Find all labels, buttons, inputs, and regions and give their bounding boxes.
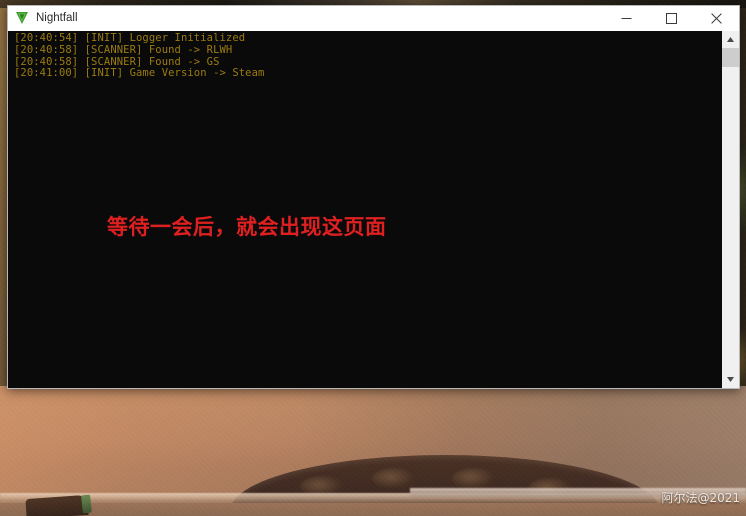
close-button[interactable] (694, 7, 739, 30)
scroll-down-icon (727, 377, 734, 382)
console-scrollbar[interactable] (721, 31, 739, 388)
minimize-icon (621, 17, 632, 19)
scrollbar-down-button[interactable] (722, 371, 739, 388)
wallpaper-carving-center-right (452, 468, 498, 490)
scroll-up-icon (727, 37, 734, 42)
window-titlebar[interactable]: Nightfall (8, 6, 739, 31)
scrollbar-track[interactable] (722, 48, 739, 371)
close-icon (711, 12, 722, 24)
wallpaper-object-left (25, 494, 89, 516)
wallpaper-floor (0, 503, 746, 516)
annotation-notice-text: 等待一会后，就会出现这页面 (107, 215, 387, 239)
log-line: [20:41:00] [INIT] Game Version -> Steam (14, 67, 265, 80)
wallpaper-object-left-edge (81, 494, 92, 514)
minimize-button[interactable] (604, 7, 649, 30)
nightfall-logo-icon (16, 12, 28, 24)
log-line: [20:40:58] [SCANNER] Found -> RLWH (14, 43, 233, 56)
maximize-button[interactable] (649, 7, 694, 30)
window-title: Nightfall (36, 12, 78, 24)
nightfall-window: Nightfall [20:40:54] [INIT] Logger Initi… (7, 5, 740, 389)
maximize-icon (666, 12, 677, 24)
desktop-background: 阿尔法@2021 Nightfall [20:40:54] [INIT] Log… (0, 0, 746, 516)
scrollbar-up-button[interactable] (722, 31, 739, 48)
watermark-text: 阿尔法@2021 (661, 491, 740, 505)
console-output[interactable]: [20:40:54] [INIT] Logger Initialized [20… (8, 31, 721, 388)
console-area: [20:40:54] [INIT] Logger Initialized [20… (8, 31, 739, 388)
scrollbar-thumb[interactable] (722, 48, 739, 67)
wallpaper-carving-center-left (372, 468, 418, 490)
